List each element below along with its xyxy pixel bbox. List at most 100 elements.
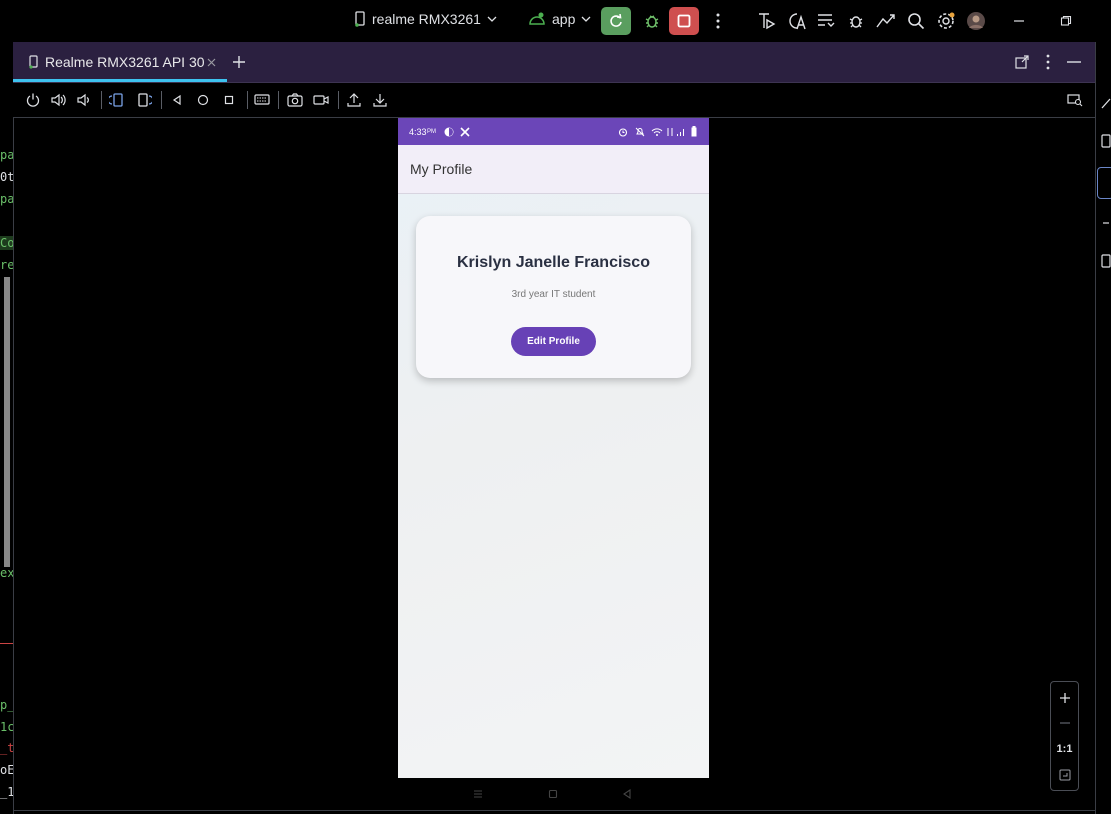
settings-button[interactable] <box>935 10 957 32</box>
debug-button[interactable] <box>637 7 667 35</box>
android-status-bar: 4:33 PM <box>398 118 709 145</box>
power-icon <box>26 93 40 107</box>
power-button[interactable] <box>24 91 42 109</box>
android-icon <box>529 12 545 25</box>
device-mirror-settings-button[interactable] <box>1066 91 1084 109</box>
scroll-thumb[interactable] <box>4 277 10 567</box>
upload-icon <box>347 93 361 107</box>
home-square-icon[interactable] <box>548 789 558 799</box>
attach-bug-icon <box>849 16 863 28</box>
tab-title: Realme RMX3261 API 30 <box>45 54 205 70</box>
search-icon <box>908 13 925 30</box>
device-name: realme RMX3261 <box>372 11 481 27</box>
download-button[interactable] <box>371 91 389 109</box>
rotate-left-button[interactable] <box>108 91 126 109</box>
fit-screen-icon <box>1059 769 1070 781</box>
list-icon <box>818 14 835 27</box>
zoom-actual-size-button[interactable]: 1:1 <box>1051 738 1078 760</box>
back-triangle-icon[interactable] <box>622 789 632 799</box>
toolbar-divider <box>161 91 162 109</box>
restore-window-button[interactable] <box>1055 10 1077 32</box>
add-tab-icon[interactable] <box>232 55 246 69</box>
tab-realme-device[interactable]: Realme RMX3261 API 30 <box>13 42 227 82</box>
plus-icon <box>1059 693 1070 703</box>
chevron-down-icon <box>581 16 591 22</box>
hardware-input-button[interactable] <box>253 91 271 109</box>
avatar-icon <box>967 12 985 30</box>
zoom-in-button[interactable] <box>1051 687 1078 709</box>
overview-square-icon <box>224 95 234 105</box>
volume-up-icon <box>51 93 66 107</box>
open-external-icon[interactable] <box>1015 55 1029 69</box>
volume-down-button[interactable] <box>75 91 93 109</box>
active-tab-indicator <box>13 79 227 82</box>
run-config-selector[interactable]: app <box>528 11 591 27</box>
translations-button[interactable] <box>786 10 808 32</box>
stop-icon <box>677 14 691 28</box>
running-devices-tab[interactable] <box>1097 167 1111 199</box>
overview-button[interactable] <box>220 91 238 109</box>
minimize-panel-icon[interactable] <box>1067 61 1081 63</box>
profile-role: 3rd year IT student <box>511 289 596 300</box>
page-title: My Profile <box>410 161 473 177</box>
zoom-out-button[interactable] <box>1051 712 1078 734</box>
minimize-window-button[interactable] <box>1008 10 1030 32</box>
device-screen[interactable]: 4:33 PM My Profile Krislyn Janelle Franc… <box>398 118 709 778</box>
back-triangle-icon <box>172 94 181 106</box>
upload-button[interactable] <box>345 91 363 109</box>
wifi-icon <box>651 128 663 136</box>
profiler-button[interactable] <box>756 10 778 32</box>
logcat-button[interactable] <box>815 10 837 32</box>
toolbar-divider <box>278 91 279 109</box>
arrow-left-icon[interactable] <box>1101 216 1111 230</box>
search-button[interactable] <box>905 10 927 32</box>
camera-icon <box>287 93 303 107</box>
code-fragment: pa <box>0 192 14 206</box>
device-selector[interactable]: realme RMX3261 <box>354 11 497 27</box>
device-manager-icon[interactable] <box>1101 134 1111 148</box>
edit-profile-button[interactable]: Edit Profile <box>511 327 596 356</box>
toolbar-divider <box>338 91 339 109</box>
file-icon[interactable] <box>1101 254 1111 268</box>
translate-icon <box>789 13 806 30</box>
status-ampm: PM <box>427 129 436 135</box>
app-top-bar: My Profile <box>398 145 709 194</box>
more-vertical-icon <box>716 13 720 29</box>
bug-icon <box>645 15 659 28</box>
minimize-icon <box>1014 20 1024 22</box>
avatar[interactable] <box>965 10 987 32</box>
alarm-icon <box>618 128 628 137</box>
code-fragment: p_ <box>0 698 14 712</box>
ide-title-bar: realme RMX3261 app <box>0 0 1111 42</box>
back-button[interactable] <box>168 91 186 109</box>
code-fragment: pa <box>0 148 14 162</box>
code-fragment: 1c <box>0 720 14 734</box>
run-config-label: app <box>552 11 576 27</box>
apply-changes-button[interactable] <box>601 7 631 35</box>
restart-icon <box>610 14 622 27</box>
close-icon[interactable] <box>207 58 216 67</box>
more-actions-button[interactable] <box>707 10 729 32</box>
menu-icon[interactable] <box>473 789 483 799</box>
rotate-right-button[interactable] <box>135 91 153 109</box>
screen-record-button[interactable] <box>312 91 330 109</box>
zoom-fit-button[interactable] <box>1051 764 1078 786</box>
data-icon <box>667 128 673 136</box>
home-button[interactable] <box>194 91 212 109</box>
code-fragment: re <box>0 258 14 272</box>
app-inspection-button[interactable] <box>875 10 897 32</box>
inspect-icon <box>876 14 895 28</box>
edit-icon[interactable] <box>1100 96 1111 110</box>
status-divider <box>13 810 1095 811</box>
more-vertical-icon[interactable] <box>1046 54 1050 70</box>
screenshot-button[interactable] <box>286 91 304 109</box>
gear-icon <box>938 12 955 29</box>
keyboard-icon <box>254 94 270 105</box>
toolbar-divider <box>101 91 102 109</box>
code-fragment: _1 <box>0 785 14 799</box>
volume-up-button[interactable] <box>50 91 68 109</box>
stop-button[interactable] <box>669 7 699 35</box>
attach-debugger-button[interactable] <box>845 10 867 32</box>
phone-icon <box>355 11 365 27</box>
mirror-search-icon <box>1067 94 1083 107</box>
